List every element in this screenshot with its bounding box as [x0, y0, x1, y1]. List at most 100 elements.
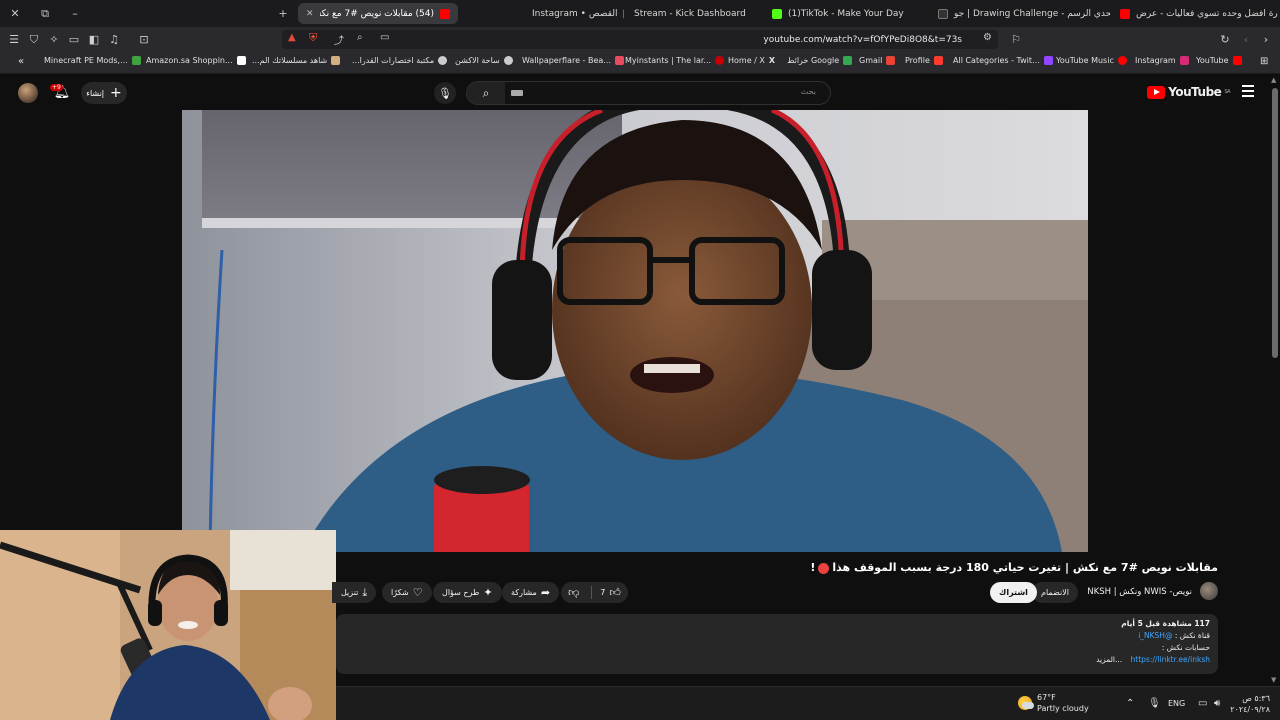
show-more-link[interactable]: ...المزيد: [1096, 655, 1122, 664]
guide-menu-icon[interactable]: [1242, 85, 1256, 99]
tab-close-icon[interactable]: ✕: [306, 9, 314, 19]
avatar[interactable]: [18, 83, 38, 103]
wallet-icon[interactable]: ▭: [64, 30, 84, 50]
instagram-favicon-icon: [623, 8, 624, 19]
webcam-overlay: [0, 530, 336, 720]
brave-rewards-icon[interactable]: ▲: [288, 32, 296, 43]
tab-tiktok[interactable]: (1)TikTok - Make Your Day: [764, 3, 944, 24]
bookmark-action[interactable]: ساحة الاكشن: [455, 56, 513, 65]
weather-condition: Partly cloudy: [1037, 704, 1089, 713]
join-button[interactable]: الانضمام: [1032, 582, 1078, 603]
music-icon[interactable]: ♫: [104, 30, 124, 50]
volume-icon[interactable]: 🔊︎: [1214, 698, 1220, 709]
bookmark-instagram[interactable]: Instagram: [1135, 56, 1189, 65]
screenshot-icon[interactable]: ⊡: [134, 30, 154, 50]
like-count: 7: [600, 588, 606, 597]
address-bar[interactable]: ▲ ⛨ ⤴ ⌕ ▭ youtube.com/watch?v=fOfYPeDi8O…: [282, 30, 998, 49]
bookmark-gmail[interactable]: Gmail: [859, 56, 896, 65]
window-minimize-button[interactable]: –: [60, 0, 90, 27]
network-icon[interactable]: ▭: [1198, 698, 1207, 709]
sidebar-icon[interactable]: ◧: [84, 30, 104, 50]
search-button-icon[interactable]: ⌕: [467, 82, 505, 104]
channel-avatar[interactable]: [1200, 582, 1218, 600]
channel-name[interactable]: نويص- NWIS ونكش | NKSH: [1087, 587, 1192, 597]
thumbs-down-icon[interactable]: 👎︎: [560, 586, 587, 599]
share-icon[interactable]: ⤴: [334, 32, 344, 47]
tab-sara-events[interactable]: سارة افضل وحده تسوي فعاليات - عرض: [1112, 3, 1278, 24]
kick-favicon-icon: [772, 8, 782, 19]
tab-drawing-challenge[interactable]: تحدي الرسم - Drawing Challenge | جو: [930, 3, 1110, 24]
video-player[interactable]: [182, 110, 1088, 552]
scroll-down-icon[interactable]: ▼: [1271, 676, 1276, 684]
region-code: SA: [1224, 89, 1230, 95]
bookmark-amazon[interactable]: Amazon.sa Shoppin...: [146, 56, 246, 65]
bookmark-google-maps[interactable]: خرائط Google: [787, 56, 853, 65]
bookmark-profile[interactable]: Profile: [905, 56, 943, 65]
scroll-up-icon[interactable]: ▲: [1271, 76, 1276, 84]
youtube-logo[interactable]: YouTube SA: [1147, 85, 1230, 99]
microphone-icon[interactable]: 🎙︎: [1148, 698, 1161, 709]
tab-label: تحدي الرسم - Drawing Challenge | جو: [954, 8, 1110, 19]
create-button[interactable]: إنشاء +: [81, 82, 127, 104]
like-button[interactable]: 👍︎ 7: [591, 586, 629, 599]
bookmark-wallpaperflare[interactable]: Wallpaperflare - Bea...: [522, 56, 624, 65]
voice-search-mic-icon[interactable]: 🎙︎: [434, 82, 456, 104]
ask-label: طرح سؤال: [442, 588, 480, 597]
scrollbar-thumb[interactable]: [1272, 88, 1278, 358]
channel-handle-link[interactable]: @i_NKSH: [1138, 631, 1172, 640]
window-close-button[interactable]: ✕: [0, 0, 30, 27]
input-language[interactable]: ENG: [1168, 699, 1185, 708]
tab-youtube-video[interactable]: ✕ (54) مقابلات نويص #7 مع نكش |: [298, 3, 458, 24]
webcam-frame: [0, 530, 336, 720]
create-label: إنشاء: [86, 88, 105, 98]
search-box[interactable]: ⌕ بحث: [466, 81, 831, 105]
show-hidden-icons-chevron-icon[interactable]: ⌃: [1126, 698, 1134, 709]
windows-taskbar: 67°F Partly cloudy ⌃ 🎙︎ ENG ▭ 🔊︎ ٥:٣٦ ص …: [336, 686, 1280, 720]
bookmarks-grid-icon[interactable]: ⊞: [1260, 56, 1268, 67]
cast-icon[interactable]: ▭: [380, 32, 389, 43]
site-settings-icon[interactable]: ⚙: [983, 32, 992, 43]
partly-cloudy-icon: [1018, 696, 1034, 710]
bookmarks-overflow-icon[interactable]: «: [18, 56, 24, 67]
thanks-button[interactable]: ♡ شكرًا: [382, 582, 432, 603]
tab-instagram-stories[interactable]: Instagram • القصص: [524, 3, 624, 24]
bookmark-youtube-music[interactable]: YouTube Music: [1056, 56, 1127, 65]
zoom-icon[interactable]: ⌕: [357, 32, 363, 43]
bookmark-shortcuts[interactable]: مكتبة اختصارات القدرا...: [352, 56, 448, 65]
bookmark-series[interactable]: شاهد مسلسلاتك الم...: [252, 56, 341, 65]
page-scrollbar[interactable]: ▲ ▼: [1270, 74, 1280, 686]
keyboard-icon[interactable]: [511, 90, 523, 96]
tab-kick-dashboard[interactable]: Stream - Kick Dashboard: [626, 3, 776, 24]
extensions-icon[interactable]: ✧: [44, 30, 64, 50]
tab-label: (1)TikTok - Make Your Day: [788, 8, 904, 19]
download-button[interactable]: ⤓ تنزيل: [332, 582, 377, 603]
youtube-favicon-icon: [440, 8, 450, 19]
thumbs-up-icon: 👍︎: [609, 586, 621, 599]
forward-icon[interactable]: ‹: [1236, 29, 1256, 49]
new-tab-button[interactable]: +: [268, 0, 298, 27]
linktree-link[interactable]: https://linktr.ee/inksh: [1131, 655, 1210, 664]
search-placeholder: بحث: [800, 87, 816, 96]
shield-icon[interactable]: ⛉: [24, 30, 44, 50]
bookmark-minecraft[interactable]: Minecraft PE Mods,...: [44, 56, 141, 65]
clock[interactable]: ٥:٣٦ ص ٢٠٢٤/٠٩/٢٨: [1230, 693, 1270, 715]
bookmark-x[interactable]: Home / XX: [728, 56, 775, 65]
bookmark-twitch[interactable]: All Categories - Twit...: [953, 56, 1053, 65]
reload-icon[interactable]: ↻: [1215, 29, 1235, 49]
window-restore-button[interactable]: ⧉: [30, 0, 60, 27]
thanks-label: شكرًا: [391, 588, 409, 597]
subscribe-button[interactable]: اشتراك: [990, 582, 1037, 603]
menu-icon[interactable]: ☰: [4, 30, 24, 50]
youtube-favicon-icon: [1120, 8, 1130, 19]
ask-button[interactable]: ✦ طرح سؤال: [433, 582, 502, 603]
bookmark-youtube[interactable]: YouTube: [1196, 56, 1242, 65]
bookmark-myinstants[interactable]: Myinstants | The lar...: [625, 56, 725, 65]
back-icon[interactable]: ›: [1256, 29, 1276, 49]
weather-widget[interactable]: 67°F Partly cloudy: [1018, 692, 1089, 714]
clock-date: ٢٠٢٤/٠٩/٢٨: [1230, 705, 1270, 714]
bookmark-icon[interactable]: ⚐: [1006, 29, 1026, 49]
description-box[interactable]: 117 مشاهدة قبل 5 أيام قناة نكش : @i_NKSH…: [336, 614, 1218, 674]
brave-shield-icon[interactable]: ⛨: [309, 31, 317, 45]
description-line-2: قناة نكش :: [1174, 631, 1210, 640]
share-button[interactable]: ➦ مشاركة: [502, 582, 560, 603]
